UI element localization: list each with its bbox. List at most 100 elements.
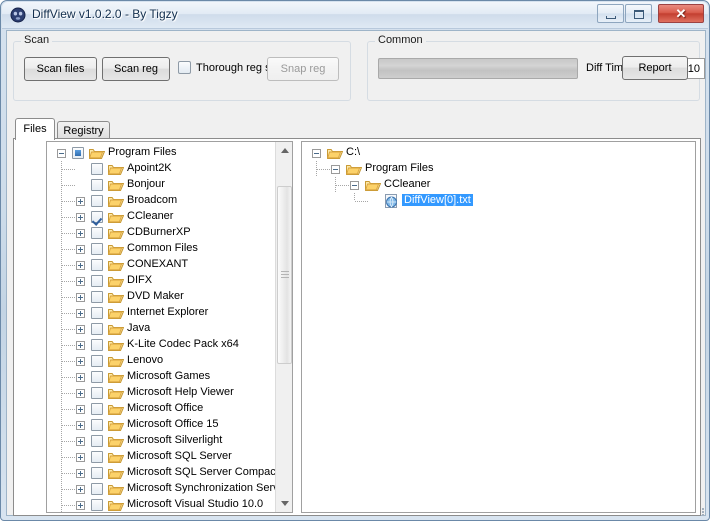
expand-node-icon[interactable] (76, 229, 85, 238)
tree-node-checkbox[interactable] (91, 243, 103, 255)
expand-node-icon[interactable] (76, 421, 85, 430)
tree-node-checkbox[interactable] (91, 483, 103, 495)
tree-node-checkbox[interactable] (91, 323, 103, 335)
tree-node-label[interactable]: K-Lite Codec Pack x64 (127, 338, 239, 350)
expand-node-icon[interactable] (76, 453, 85, 462)
maximize-button[interactable] (625, 4, 652, 23)
expand-node-icon[interactable] (76, 485, 85, 494)
expand-node-icon[interactable] (76, 325, 85, 334)
tree-row[interactable]: Apoint2K (47, 161, 276, 177)
tree-row[interactable]: Program Files (47, 145, 276, 161)
tree-node-label[interactable]: CDBurnerXP (127, 226, 191, 238)
tree-node-label[interactable]: Apoint2K (127, 162, 172, 174)
tree-node-checkbox[interactable] (91, 259, 103, 271)
tree-node-label[interactable]: Internet Explorer (127, 306, 208, 318)
scroll-up-button[interactable] (276, 142, 292, 159)
source-tree-scrollbar[interactable] (275, 142, 292, 512)
expand-node-icon[interactable] (76, 197, 85, 206)
tree-node-label[interactable]: Microsoft Help Viewer (127, 386, 234, 398)
tree-node-checkbox[interactable] (91, 387, 103, 399)
tree-node-label[interactable]: Bonjour (127, 178, 165, 190)
tree-row[interactable]: Common Files (47, 241, 276, 257)
tree-node-checkbox[interactable] (72, 147, 84, 159)
tree-node-checkbox[interactable] (91, 211, 103, 223)
tree-row[interactable]: Microsoft Office 15 (47, 417, 276, 433)
expand-node-icon[interactable] (76, 501, 85, 510)
tree-row[interactable]: K-Lite Codec Pack x64 (47, 337, 276, 353)
tree-node-checkbox[interactable] (91, 371, 103, 383)
expand-node-icon[interactable] (76, 293, 85, 302)
scan-reg-button[interactable]: Scan reg (102, 57, 170, 81)
tree-node-label[interactable]: CONEXANT (127, 258, 188, 270)
tree-node-label[interactable]: Microsoft Synchronization Services (127, 482, 276, 494)
snap-reg-button[interactable]: Snap reg (267, 57, 339, 81)
tree-node-checkbox[interactable] (91, 499, 103, 511)
tree-node-label[interactable]: Microsoft Visual Studio 10.0 (127, 498, 263, 510)
collapse-node-icon[interactable] (331, 165, 340, 174)
tree-node-checkbox[interactable] (91, 403, 103, 415)
scan-files-button[interactable]: Scan files (24, 57, 97, 81)
expand-node-icon[interactable] (76, 341, 85, 350)
tree-node-checkbox[interactable] (91, 339, 103, 351)
tree-row[interactable]: Bonjour (47, 177, 276, 193)
tree-node-label[interactable]: Microsoft Games (127, 370, 210, 382)
tree-node-label[interactable]: Microsoft Silverlight (127, 434, 222, 446)
tree-node-label[interactable]: Broadcom (127, 194, 177, 206)
expand-node-icon[interactable] (76, 373, 85, 382)
tree-row[interactable]: Broadcom (47, 193, 276, 209)
tree-node-checkbox[interactable] (91, 355, 103, 367)
tree-node-checkbox[interactable] (91, 307, 103, 319)
tree-node-label[interactable]: Microsoft Office 15 (127, 418, 219, 430)
tree-node-label[interactable]: Java (127, 322, 150, 334)
tree-row[interactable]: Java (47, 321, 276, 337)
tree-row[interactable]: Microsoft SQL Server Compact Edition (47, 465, 276, 481)
expand-node-icon[interactable] (76, 245, 85, 254)
tree-row[interactable]: DIFX (47, 273, 276, 289)
tree-node-label[interactable]: Common Files (127, 242, 198, 254)
tree-node-checkbox[interactable] (91, 419, 103, 431)
tree-row[interactable]: Microsoft Help Viewer (47, 385, 276, 401)
tree-row[interactable]: DVD Maker (47, 289, 276, 305)
tree-row[interactable]: C:\ (302, 145, 695, 161)
tree-node-checkbox[interactable] (91, 451, 103, 463)
tree-row[interactable]: CCleaner (47, 209, 276, 225)
expand-node-icon[interactable] (76, 213, 85, 222)
tree-row[interactable]: Lenovo (47, 353, 276, 369)
tree-node-checkbox[interactable] (91, 163, 103, 175)
tree-row[interactable]: Microsoft Silverlight (47, 433, 276, 449)
diff-result-tree[interactable]: C:\ Program Files CCleaner DiffView[0].txt (301, 141, 696, 513)
tree-node-checkbox[interactable] (91, 227, 103, 239)
tree-row[interactable]: Program Files (302, 161, 695, 177)
tree-node-label[interactable]: Lenovo (127, 354, 163, 366)
tree-row[interactable]: Microsoft Synchronization Services (47, 481, 276, 497)
tree-row[interactable]: CDBurnerXP (47, 225, 276, 241)
expand-node-icon[interactable] (76, 389, 85, 398)
tree-node-checkbox[interactable] (91, 179, 103, 191)
tree-node-label[interactable]: CCleaner (384, 178, 430, 190)
tree-node-label[interactable]: DIFX (127, 274, 152, 286)
tree-row[interactable]: Internet Explorer (47, 305, 276, 321)
tree-node-checkbox[interactable] (91, 275, 103, 287)
tree-node-checkbox[interactable] (91, 195, 103, 207)
tree-row[interactable]: CCleaner (302, 177, 695, 193)
close-button[interactable]: ✕ (658, 4, 704, 23)
expand-node-icon[interactable] (76, 357, 85, 366)
tree-node-checkbox[interactable] (91, 291, 103, 303)
minimize-button[interactable] (597, 4, 624, 23)
scrollbar-thumb[interactable] (277, 186, 292, 364)
tree-row[interactable]: Microsoft Games (47, 369, 276, 385)
tree-node-label[interactable]: DiffView[0].txt (402, 194, 473, 206)
tree-node-label[interactable]: Microsoft SQL Server Compact Edition (127, 466, 276, 478)
tree-row[interactable]: DiffView[0].txt (302, 193, 695, 209)
tree-node-label[interactable]: Microsoft SQL Server (127, 450, 232, 462)
tree-row[interactable]: Microsoft Visual Studio 10.0 (47, 497, 276, 512)
tree-node-checkbox[interactable] (91, 467, 103, 479)
tree-row[interactable]: Microsoft Office (47, 401, 276, 417)
tree-node-checkbox[interactable] (91, 435, 103, 447)
expand-node-icon[interactable] (76, 437, 85, 446)
tree-node-label[interactable]: Program Files (108, 146, 176, 158)
expand-node-icon[interactable] (76, 309, 85, 318)
expand-node-icon[interactable] (76, 469, 85, 478)
tree-node-label[interactable]: Microsoft Office (127, 402, 203, 414)
tree-row[interactable]: CONEXANT (47, 257, 276, 273)
